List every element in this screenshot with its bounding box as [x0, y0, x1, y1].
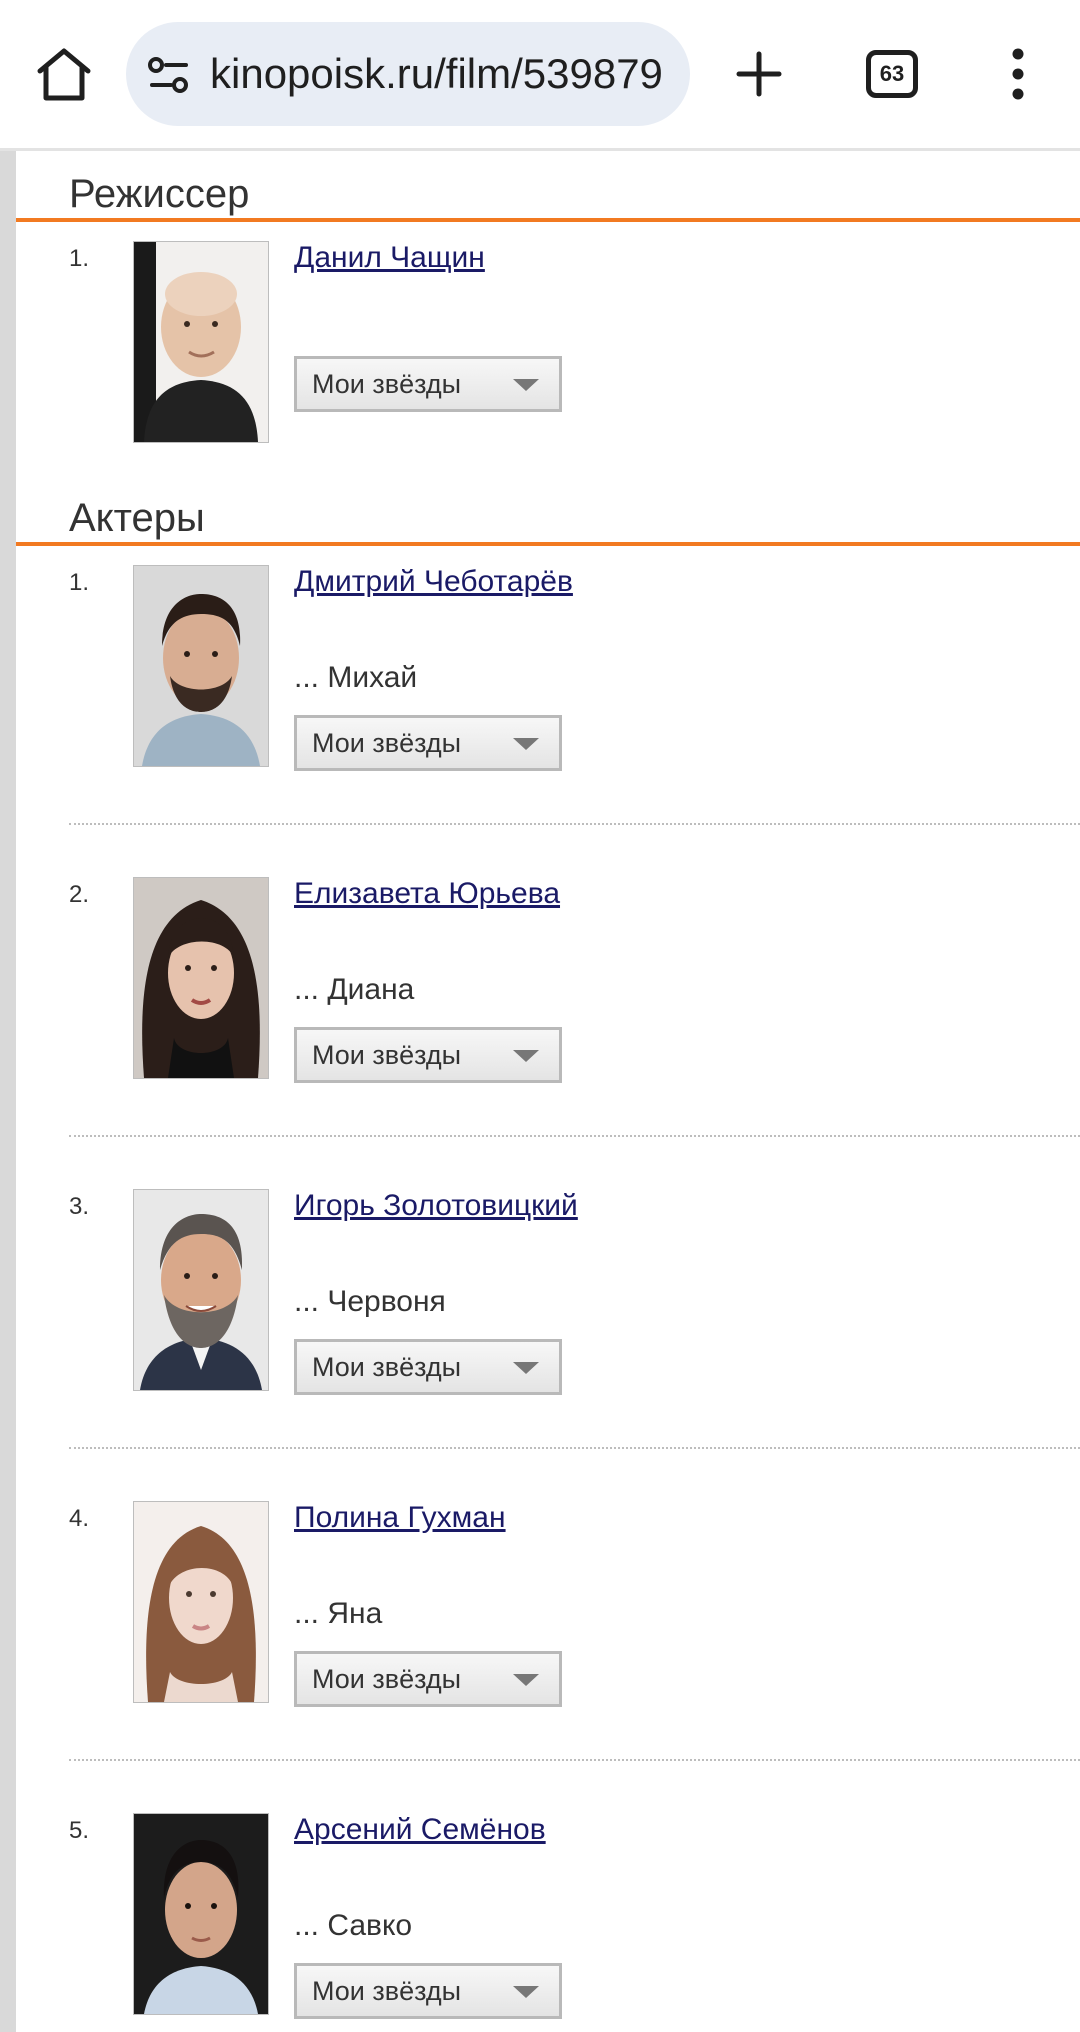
my-stars-label: Мои звёзды	[312, 1976, 462, 2006]
row-number: 1.	[69, 245, 90, 272]
tab-switcher-button[interactable]: 63	[866, 50, 918, 98]
my-stars-select[interactable]: Мои звёзды	[294, 1651, 562, 1707]
character-name: ... Яна	[294, 1597, 383, 1630]
my-stars-select[interactable]: Мои звёзды	[294, 356, 562, 412]
chevron-down-icon	[513, 738, 539, 750]
character-name: ... Диана	[294, 973, 415, 1006]
my-stars-label: Мои звёзды	[312, 1040, 462, 1070]
person-name-link[interactable]: Данил Чащин	[294, 241, 485, 275]
cast-page: Режиссер 1. Данил Чащин Мои звёзды Актер…	[16, 151, 1080, 2032]
address-bar[interactable]: kinopoisk.ru/film/539879	[126, 22, 690, 126]
row-number: 3.	[69, 1193, 90, 1220]
actor-row: 2. Елизавета Юрьева ... Диана Мои звёзды	[16, 877, 1080, 1087]
person-name-link[interactable]: Елизавета Юрьева	[294, 877, 560, 911]
person-name-link[interactable]: Полина Гухман	[294, 1501, 506, 1535]
actors-section-title: Актеры	[69, 496, 205, 540]
chevron-down-icon	[513, 379, 539, 391]
row-number: 5.	[69, 1817, 90, 1844]
actor-row: 5. Арсений Семёнов ... Савко Мои звёзды	[16, 1813, 1080, 2023]
new-tab-button[interactable]	[730, 40, 788, 108]
character-name: ... Савко	[294, 1909, 413, 1942]
row-separator	[69, 823, 1080, 825]
row-number: 4.	[69, 1505, 90, 1532]
chevron-down-icon	[513, 1986, 539, 1998]
person-photo[interactable]	[133, 241, 269, 443]
person-photo[interactable]	[133, 565, 269, 767]
my-stars-select[interactable]: Мои звёзды	[294, 1027, 562, 1083]
home-icon	[37, 48, 91, 101]
actor-row: 1. Дмитрий Чеботарёв ... Михай Мои звёзд…	[16, 565, 1080, 775]
page-left-edge	[0, 151, 16, 2032]
more-menu-button[interactable]	[994, 40, 1042, 108]
my-stars-select[interactable]: Мои звёзды	[294, 1963, 562, 2019]
chevron-down-icon	[513, 1674, 539, 1686]
row-number: 1.	[69, 569, 90, 596]
my-stars-label: Мои звёзды	[312, 1664, 462, 1694]
actors-section-rule	[16, 542, 1080, 546]
url-text[interactable]: kinopoisk.ru/film/539879	[210, 22, 680, 126]
more-vertical-icon	[1012, 48, 1024, 100]
person-name-link[interactable]: Игорь Золотовицкий	[294, 1189, 578, 1223]
home-button[interactable]	[30, 40, 98, 108]
person-photo[interactable]	[133, 1501, 269, 1703]
chevron-down-icon	[513, 1050, 539, 1062]
row-number: 2.	[69, 881, 90, 908]
character-name: ... Червоня	[294, 1285, 446, 1318]
browser-toolbar: kinopoisk.ru/film/539879 63	[0, 0, 1080, 151]
my-stars-select[interactable]: Мои звёзды	[294, 715, 562, 771]
row-separator	[69, 1759, 1080, 1761]
my-stars-label: Мои звёзды	[312, 369, 462, 399]
row-separator	[69, 1135, 1080, 1137]
plus-icon	[736, 51, 782, 97]
actor-row: 4. Полина Гухман ... Яна Мои звёзды	[16, 1501, 1080, 1711]
my-stars-label: Мои звёзды	[312, 1352, 462, 1382]
actor-row: 3. Игорь Золотовицкий ... Червоня Мои зв…	[16, 1189, 1080, 1399]
director-row: 1. Данил Чащин Мои звёзды	[16, 241, 1080, 451]
person-name-link[interactable]: Дмитрий Чеботарёв	[294, 565, 573, 599]
person-name-link[interactable]: Арсений Семёнов	[294, 1813, 546, 1847]
row-separator	[69, 1447, 1080, 1449]
person-photo[interactable]	[133, 877, 269, 1079]
my-stars-label: Мои звёзды	[312, 728, 462, 758]
director-section-title: Режиссер	[69, 172, 250, 216]
person-photo[interactable]	[133, 1813, 269, 2015]
director-section-rule	[16, 218, 1080, 222]
person-photo[interactable]	[133, 1189, 269, 1391]
character-name: ... Михай	[294, 661, 418, 694]
chevron-down-icon	[513, 1362, 539, 1374]
site-settings-icon[interactable]	[146, 52, 192, 98]
my-stars-select[interactable]: Мои звёзды	[294, 1339, 562, 1395]
